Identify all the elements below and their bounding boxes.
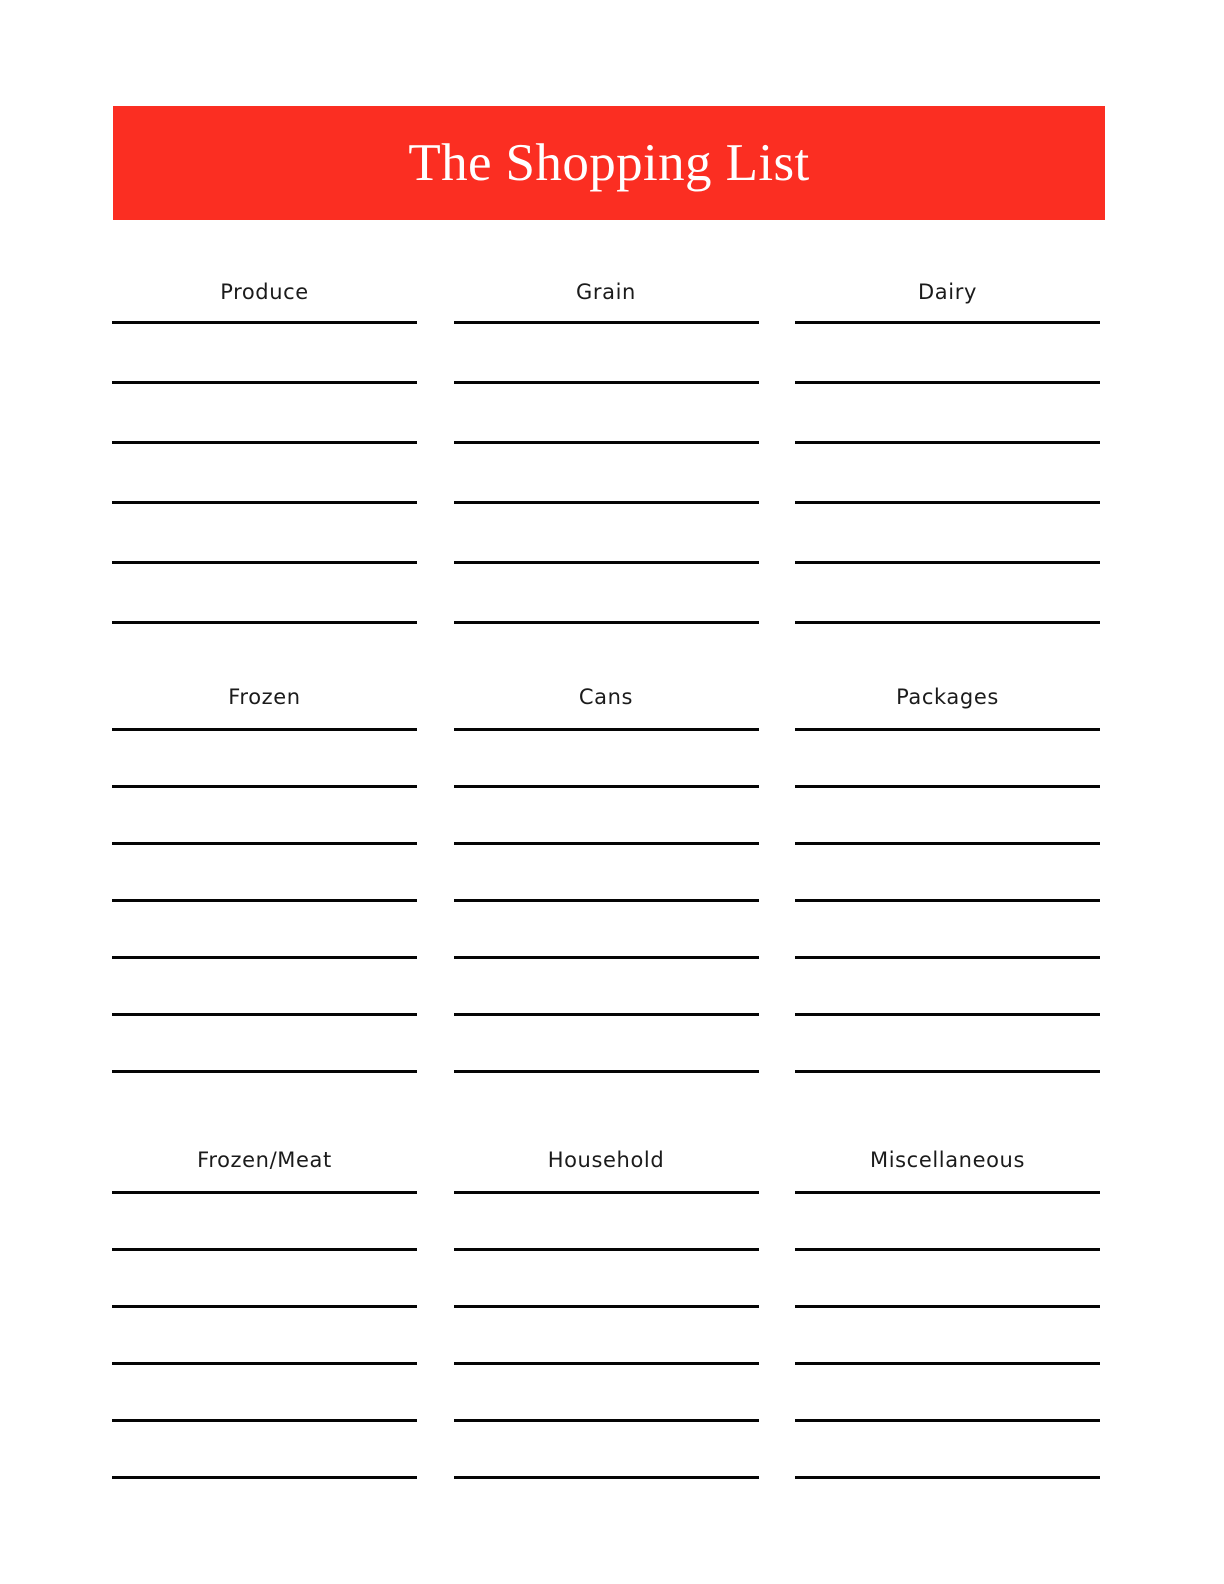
write-line[interactable] (795, 1305, 1100, 1308)
write-line[interactable] (795, 501, 1100, 504)
write-line[interactable] (453, 621, 759, 624)
write-line[interactable] (112, 621, 417, 624)
column-produce: Produce (112, 278, 417, 624)
column-header: Frozen (228, 685, 301, 709)
column-household: Household (453, 1146, 759, 1479)
write-line[interactable] (795, 956, 1100, 959)
write-line[interactable] (453, 1013, 759, 1016)
write-line[interactable] (112, 1305, 417, 1308)
column-grain: Grain (453, 278, 759, 624)
write-line[interactable] (795, 1419, 1100, 1422)
write-line[interactable] (112, 956, 417, 959)
write-line[interactable] (112, 842, 417, 845)
column-miscellaneous: Miscellaneous (795, 1146, 1100, 1479)
section-meat: Frozen/Meat Household Miscellaneous (112, 1146, 1100, 1479)
write-line[interactable] (453, 1362, 759, 1365)
write-line[interactable] (112, 1476, 417, 1479)
write-line-group (453, 1174, 759, 1479)
write-line[interactable] (112, 785, 417, 788)
column-header: Household (547, 1148, 665, 1172)
write-line[interactable] (112, 321, 417, 324)
write-line-group (453, 306, 759, 624)
section-produce: Produce Grain Dairy (112, 278, 1100, 624)
column-header: Frozen/Meat (197, 1148, 332, 1172)
write-line-group (795, 1174, 1100, 1479)
write-line[interactable] (453, 1476, 759, 1479)
write-line[interactable] (453, 1419, 759, 1422)
column-cans: Cans (453, 683, 759, 1073)
column-dairy: Dairy (795, 278, 1100, 624)
write-line[interactable] (453, 561, 759, 564)
write-line[interactable] (453, 1191, 759, 1194)
write-line-group (453, 711, 759, 1073)
write-line[interactable] (453, 956, 759, 959)
title-banner: The Shopping List (113, 106, 1105, 220)
column-header: Grain (576, 280, 636, 304)
shopping-list-page: The Shopping List Produce Grain Dairy Froz… (0, 0, 1224, 1584)
write-line[interactable] (795, 785, 1100, 788)
page-title: The Shopping List (408, 133, 810, 192)
write-line[interactable] (795, 842, 1100, 845)
write-line[interactable] (795, 1248, 1100, 1251)
write-line[interactable] (795, 728, 1100, 731)
column-header: Produce (220, 280, 309, 304)
write-line[interactable] (795, 1070, 1100, 1073)
write-line[interactable] (453, 728, 759, 731)
write-line[interactable] (112, 501, 417, 504)
write-line-group (112, 306, 417, 624)
write-line[interactable] (112, 1191, 417, 1194)
write-line[interactable] (795, 621, 1100, 624)
write-line-group (795, 306, 1100, 624)
write-line[interactable] (453, 1070, 759, 1073)
write-line[interactable] (795, 1362, 1100, 1365)
write-line[interactable] (453, 381, 759, 384)
write-line[interactable] (795, 1191, 1100, 1194)
write-line[interactable] (453, 321, 759, 324)
write-line[interactable] (795, 1476, 1100, 1479)
column-header: Cans (578, 685, 634, 709)
write-line[interactable] (112, 1013, 417, 1016)
write-line[interactable] (112, 899, 417, 902)
write-line[interactable] (112, 728, 417, 731)
write-line[interactable] (453, 785, 759, 788)
write-line[interactable] (795, 561, 1100, 564)
write-line[interactable] (795, 1013, 1100, 1016)
section-frozen: Frozen Cans Packages (112, 683, 1100, 1073)
write-line[interactable] (453, 441, 759, 444)
write-line[interactable] (795, 381, 1100, 384)
write-line[interactable] (795, 321, 1100, 324)
write-line[interactable] (795, 441, 1100, 444)
write-line[interactable] (112, 441, 417, 444)
write-line[interactable] (453, 842, 759, 845)
column-frozen: Frozen (112, 683, 417, 1073)
write-line[interactable] (453, 501, 759, 504)
write-line[interactable] (112, 561, 417, 564)
write-line-group (112, 711, 417, 1073)
write-line[interactable] (453, 1248, 759, 1251)
write-line[interactable] (453, 1305, 759, 1308)
write-line[interactable] (112, 381, 417, 384)
write-line[interactable] (112, 1248, 417, 1251)
column-packages: Packages (795, 683, 1100, 1073)
write-line[interactable] (112, 1419, 417, 1422)
column-header: Packages (896, 685, 999, 709)
write-line[interactable] (112, 1362, 417, 1365)
column-header: Dairy (918, 280, 977, 304)
write-line-group (112, 1174, 417, 1479)
column-frozen-meat: Frozen/Meat (112, 1146, 417, 1479)
column-header: Miscellaneous (869, 1148, 1026, 1172)
write-line[interactable] (795, 899, 1100, 902)
write-line-group (795, 711, 1100, 1073)
write-line[interactable] (112, 1070, 417, 1073)
write-line[interactable] (453, 899, 759, 902)
